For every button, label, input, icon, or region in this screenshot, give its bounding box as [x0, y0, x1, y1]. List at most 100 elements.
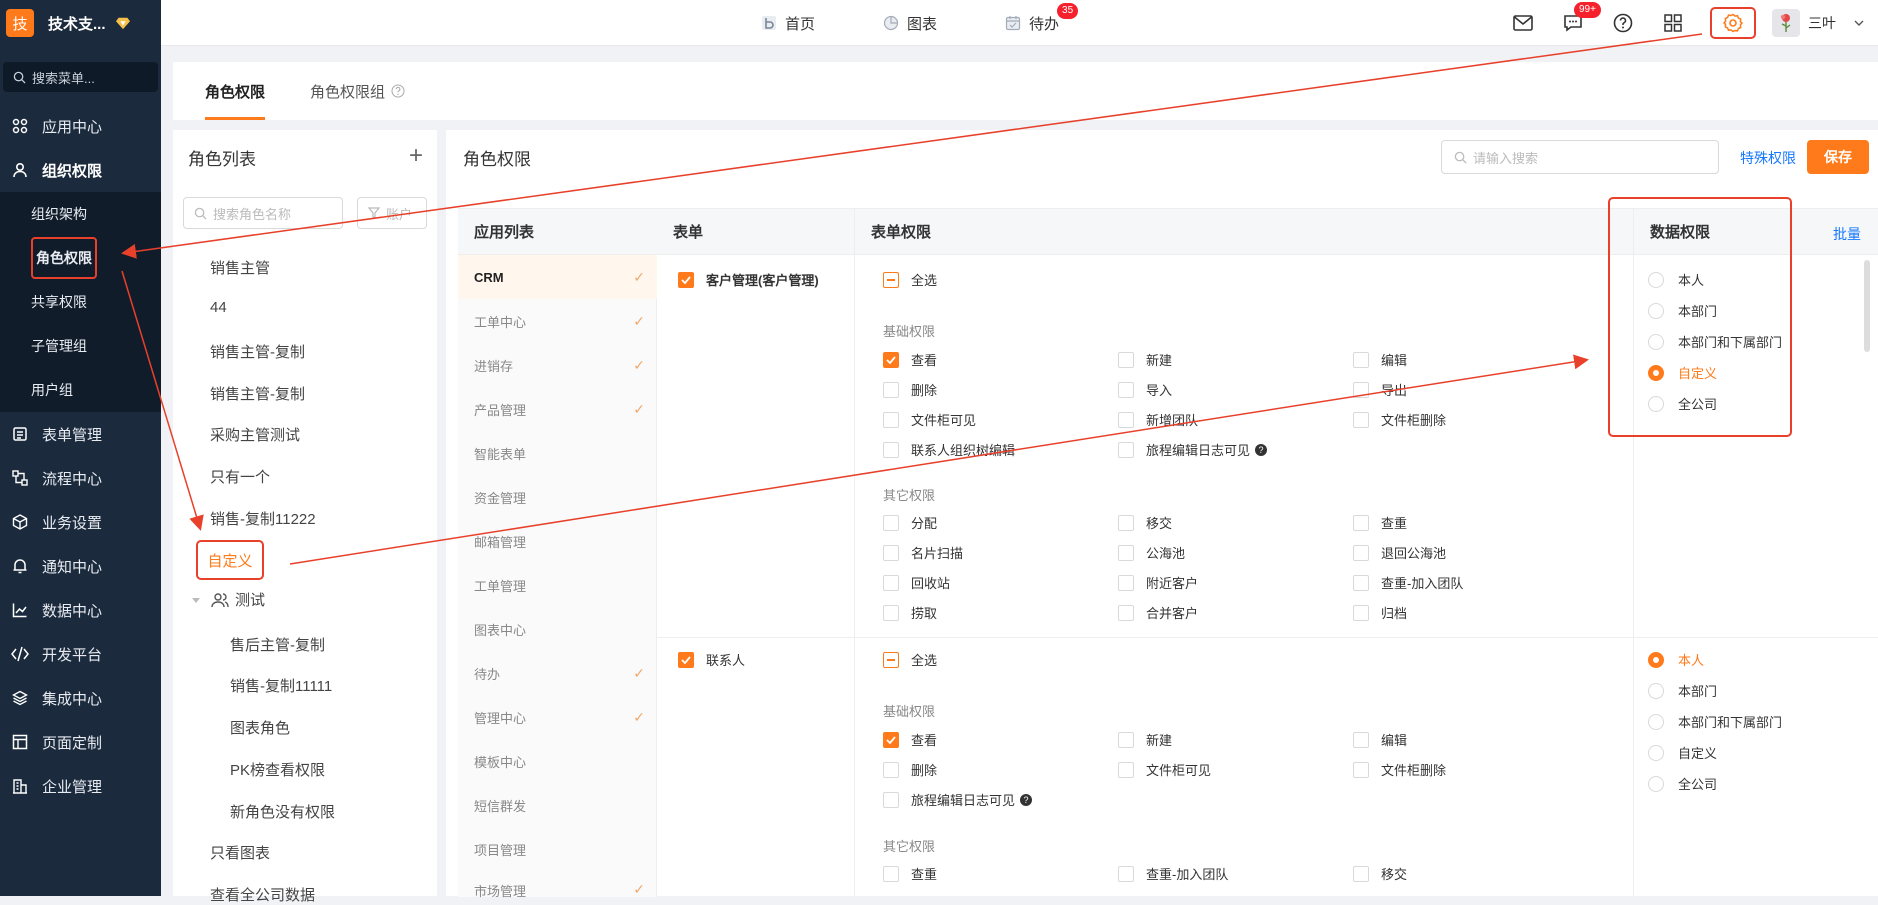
role-item[interactable]: 只有一个 — [210, 466, 270, 487]
user-name[interactable]: 三叶 — [1808, 13, 1836, 33]
perm-checkbox[interactable]: 查重 — [883, 864, 937, 883]
perm-checkbox[interactable]: 回收站 — [883, 573, 950, 592]
role-item[interactable]: 采购主管测试 — [210, 424, 300, 445]
perm-checkbox[interactable]: 名片扫描 — [883, 543, 963, 562]
perm-checkbox[interactable]: 查看 — [883, 730, 937, 749]
app-item[interactable]: 图表中心 — [458, 607, 657, 651]
perm-checkbox[interactable]: 新建 — [1118, 730, 1172, 749]
menu-item-integration-center[interactable]: 集成中心 — [0, 676, 161, 720]
perm-checkbox[interactable]: 新建 — [1118, 350, 1172, 369]
role-item[interactable]: 查看全公司数据 — [210, 884, 315, 905]
role-item[interactable]: 销售-复制11222 — [210, 508, 316, 529]
perm-checkbox[interactable]: 移交 — [1118, 513, 1172, 532]
perm-checkbox[interactable]: 查看 — [883, 350, 937, 369]
perm-checkbox[interactable]: 旅程编辑日志可见? — [883, 790, 1033, 809]
submenu-share-permission[interactable]: 共享权限 — [0, 280, 161, 324]
role-item[interactable]: 销售-复制11111 — [230, 675, 332, 696]
scrollbar[interactable] — [1864, 260, 1870, 352]
role-item-custom-selected[interactable]: 自定义 — [196, 540, 264, 580]
perm-checkbox[interactable]: 文件柜删除 — [1353, 410, 1446, 429]
perm-checkbox[interactable]: 查重-加入团队 — [1353, 573, 1463, 592]
perm-checkbox[interactable]: 编辑 — [1353, 730, 1407, 749]
perm-checkbox[interactable]: 旅程编辑日志可见? — [1118, 440, 1268, 459]
menu-item-form-management[interactable]: 表单管理 — [0, 412, 161, 456]
nav-home[interactable]: 首页 — [761, 13, 815, 34]
form-checkbox-customer[interactable]: 客户管理(客户管理) — [678, 270, 819, 289]
perm-checkbox[interactable]: 公海池 — [1118, 543, 1185, 562]
menu-item-enterprise-management[interactable]: 企业管理 — [0, 764, 161, 808]
perm-checkbox[interactable]: 导入 — [1118, 380, 1172, 399]
app-item[interactable]: 市场管理 ✓ — [458, 871, 657, 899]
perm-checkbox[interactable]: 文件柜可见 — [1118, 760, 1211, 779]
perm-checkbox[interactable]: 新增团队 — [1118, 410, 1198, 429]
perm-checkbox[interactable]: 附近客户 — [1118, 573, 1198, 592]
submenu-sub-admin-group[interactable]: 子管理组 — [0, 324, 161, 368]
help-icon[interactable] — [1610, 10, 1636, 36]
menu-item-dev-platform[interactable]: 开发平台 — [0, 632, 161, 676]
app-item[interactable]: 工单管理 — [458, 563, 657, 607]
role-item[interactable]: 44 — [210, 299, 227, 316]
perm-checkbox[interactable]: 导出 — [1353, 380, 1407, 399]
settings-button[interactable] — [1710, 7, 1756, 39]
role-item[interactable]: 销售主管-复制 — [210, 383, 305, 404]
app-item[interactable]: 管理中心 ✓ — [458, 695, 657, 739]
mail-icon[interactable] — [1510, 10, 1536, 36]
submenu-org-structure[interactable]: 组织架构 — [0, 192, 161, 236]
menu-item-notify-center[interactable]: 通知中心 — [0, 544, 161, 588]
app-item[interactable]: 邮箱管理 — [458, 519, 657, 563]
help-icon[interactable]: ? — [1020, 793, 1033, 806]
menu-item-data-center[interactable]: 数据中心 — [0, 588, 161, 632]
select-all-checkbox[interactable]: 全选 — [883, 650, 937, 669]
app-item[interactable]: 资金管理 — [458, 475, 657, 519]
permission-search-input[interactable]: 请输入搜索 — [1441, 140, 1719, 174]
perm-checkbox[interactable]: 联系人组织树编辑 — [883, 440, 1015, 459]
nav-todo[interactable]: 待办 35 — [1005, 2, 1079, 34]
select-all-checkbox[interactable]: 全选 — [883, 270, 937, 289]
apps-grid-icon[interactable] — [1660, 10, 1686, 36]
perm-checkbox[interactable]: 文件柜删除 — [1353, 760, 1446, 779]
menu-item-business-settings[interactable]: 业务设置 — [0, 500, 161, 544]
app-item[interactable]: 智能表单 — [458, 431, 657, 475]
special-permission-link[interactable]: 特殊权限 — [1740, 148, 1796, 168]
app-item[interactable]: 进销存 ✓ — [458, 343, 657, 387]
submenu-role-permission[interactable]: 角色权限 — [0, 236, 161, 280]
form-checkbox-contact[interactable]: 联系人 — [678, 650, 745, 669]
bulk-button[interactable]: 批量 — [1833, 224, 1861, 244]
avatar[interactable] — [1772, 9, 1800, 37]
perm-checkbox[interactable]: 合并客户 — [1118, 603, 1198, 622]
perm-checkbox[interactable]: 文件柜可见 — [883, 410, 976, 429]
app-item[interactable]: 短信群发 — [458, 783, 657, 827]
role-item[interactable]: PK榜查看权限 — [230, 759, 325, 780]
perm-checkbox[interactable]: 删除 — [883, 380, 937, 399]
app-item[interactable]: 模板中心 — [458, 739, 657, 783]
menu-item-flow-center[interactable]: 流程中心 — [0, 456, 161, 500]
role-item[interactable]: 售后主管-复制 — [230, 634, 325, 655]
role-item[interactable]: 新角色没有权限 — [230, 801, 335, 822]
perm-checkbox[interactable]: 归档 — [1353, 603, 1407, 622]
data-radio-dept[interactable]: 本部门 — [1648, 681, 1717, 700]
perm-checkbox[interactable]: 删除 — [883, 760, 937, 779]
chevron-down-icon[interactable] — [1854, 18, 1864, 28]
message-icon[interactable]: 99+ — [1560, 2, 1601, 36]
account-filter-button[interactable]: 账户 — [357, 197, 427, 229]
data-radio-dept-sub[interactable]: 本部门和下属部门 — [1648, 712, 1782, 731]
role-item[interactable]: 图表角色 — [230, 717, 290, 738]
role-item[interactable]: 只看图表 — [210, 842, 270, 863]
perm-checkbox[interactable]: 编辑 — [1353, 350, 1407, 369]
role-group-test[interactable]: 测试 — [191, 589, 265, 610]
menu-item-org-permission[interactable]: 组织权限 — [0, 148, 161, 192]
perm-checkbox[interactable]: 查重 — [1353, 513, 1407, 532]
app-item[interactable]: 产品管理 ✓ — [458, 387, 657, 431]
app-item[interactable]: 项目管理 — [458, 827, 657, 871]
data-radio-company[interactable]: 全公司 — [1648, 774, 1717, 793]
data-radio-custom[interactable]: 自定义 — [1648, 743, 1717, 762]
app-item[interactable]: 待办 ✓ — [458, 651, 657, 695]
menu-item-page-custom[interactable]: 页面定制 — [0, 720, 161, 764]
role-search-input[interactable]: 搜索角色名称 — [183, 197, 343, 229]
data-radio-self[interactable]: 本人 — [1648, 650, 1704, 669]
perm-checkbox[interactable]: 分配 — [883, 513, 937, 532]
tab-role-permission-group[interactable]: 角色权限组 — [310, 62, 405, 120]
submenu-user-group[interactable]: 用户组 — [0, 368, 161, 412]
add-role-button[interactable]: + — [409, 142, 423, 170]
app-item-crm[interactable]: CRM ✓ — [458, 255, 657, 299]
